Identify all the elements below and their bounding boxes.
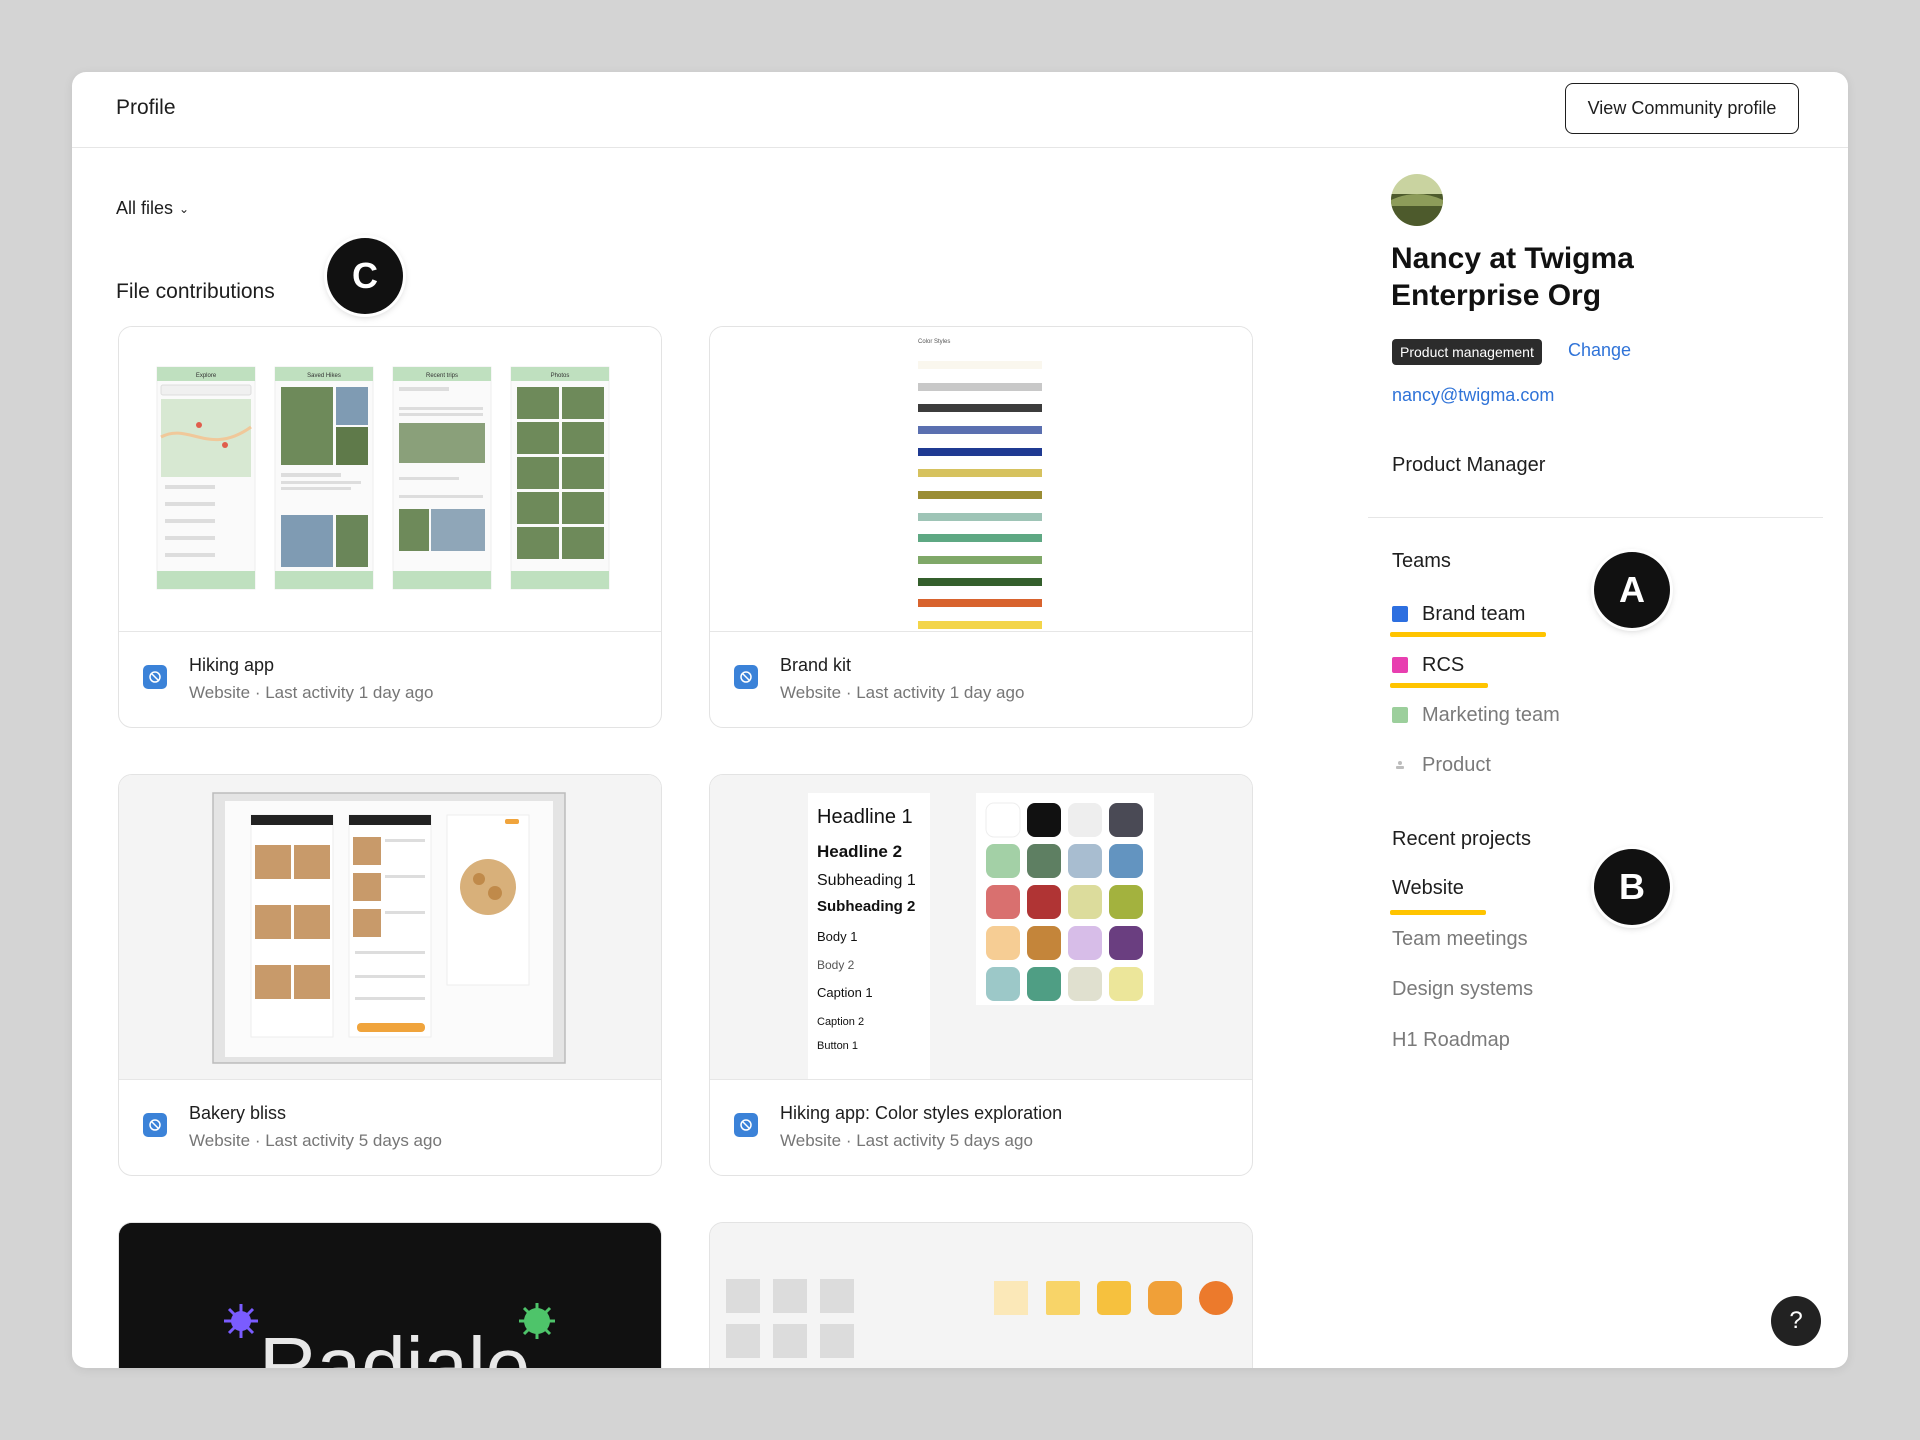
radiale-wordmark: Radiale xyxy=(259,1321,530,1368)
teams-heading: Teams xyxy=(1392,550,1451,572)
file-card-hiking-app[interactable]: Explore Saved Hikes Recent trips Photos … xyxy=(118,326,662,728)
team-item-rcs[interactable]: RCS xyxy=(1392,650,1464,680)
project-item-website[interactable]: Website xyxy=(1392,877,1464,900)
file-meta: Website · Last activity 5 days ago xyxy=(780,1131,1033,1150)
type-sample: Subheading 2 xyxy=(817,898,915,915)
swatches-preview xyxy=(710,1223,1252,1368)
project-item-team-meetings[interactable]: Team meetings xyxy=(1392,928,1528,951)
file-meta: Website · Last activity 1 day ago xyxy=(780,683,1025,702)
screen-title: Photos xyxy=(551,373,570,379)
website-file-icon xyxy=(734,1113,758,1137)
file-meta: Website · Last activity 1 day ago xyxy=(189,683,434,702)
team-label: Marketing team xyxy=(1422,703,1560,726)
chevron-down-icon: ⌄ xyxy=(179,201,190,216)
hiking-app-preview: Explore Saved Hikes Recent trips Photos xyxy=(119,327,661,631)
file-name: Hiking app: Color styles exploration xyxy=(780,1103,1063,1123)
help-button[interactable]: ? xyxy=(1771,1296,1821,1346)
type-sample: Caption 2 xyxy=(817,1016,864,1028)
type-sample: Caption 1 xyxy=(817,985,873,1000)
team-label: RCS xyxy=(1422,653,1465,676)
type-sample: Button 1 xyxy=(817,1040,858,1052)
team-item-marketing-team[interactable]: Marketing team xyxy=(1392,700,1560,730)
brand-kit-preview: Color Styles xyxy=(710,327,1252,631)
highlight-underline xyxy=(1390,683,1488,688)
highlight-underline xyxy=(1390,632,1546,637)
team-color-swatch xyxy=(1392,707,1408,723)
callout-marker-c: C xyxy=(327,238,403,314)
file-card-brand-kit[interactable]: Color Styles Brand kit Website · Last ac… xyxy=(709,326,1253,728)
brand-kit-title: Color Styles xyxy=(918,339,950,345)
all-files-dropdown[interactable]: All files ⌄ xyxy=(116,198,189,219)
file-thumbnail: Color Styles xyxy=(710,327,1252,632)
team-color-swatch xyxy=(1392,657,1408,673)
type-sample: Body 2 xyxy=(817,958,855,972)
callout-marker-a: A xyxy=(1594,552,1670,628)
recent-projects-heading: Recent projects xyxy=(1392,828,1531,850)
team-item-brand-team[interactable]: Brand team xyxy=(1392,599,1525,629)
profile-name: Nancy at Twigma Enterprise Org xyxy=(1391,242,1634,312)
email-link[interactable]: nancy@twigma.com xyxy=(1392,385,1554,406)
radiale-preview: Radiale xyxy=(119,1223,661,1368)
role-badge: Product management xyxy=(1392,339,1542,365)
color-styles-preview: Headline 1 Headline 2 Subheading 1 Subhe… xyxy=(710,775,1252,1079)
file-meta: Website · Last activity 5 days ago xyxy=(189,1131,442,1150)
bakery-bliss-preview xyxy=(119,775,661,1079)
profile-window: Profile View Community profile All files… xyxy=(72,72,1848,1368)
project-item-h1-roadmap[interactable]: H1 Roadmap xyxy=(1392,1029,1510,1052)
file-card-swatches[interactable] xyxy=(709,1222,1253,1368)
screen-title: Saved Hikes xyxy=(307,373,341,379)
file-contributions-heading: File contributions xyxy=(116,280,275,303)
callout-marker-b: B xyxy=(1594,849,1670,925)
all-files-label: All files xyxy=(116,198,174,218)
website-file-icon xyxy=(143,665,167,689)
project-item-design-systems[interactable]: Design systems xyxy=(1392,978,1533,1001)
divider xyxy=(1368,517,1823,518)
file-card-bakery-bliss[interactable]: Bakery bliss Website · Last activity 5 d… xyxy=(118,774,662,1176)
type-sample: Headline 1 xyxy=(817,806,913,828)
type-sample: Body 1 xyxy=(817,929,857,944)
top-bar: Profile View Community profile xyxy=(72,72,1848,148)
job-title: Product Manager xyxy=(1392,454,1546,476)
type-sample: Subheading 1 xyxy=(817,872,916,889)
team-color-swatch xyxy=(1392,606,1408,622)
team-label: Brand team xyxy=(1422,602,1526,625)
avatar xyxy=(1391,174,1443,226)
website-file-icon xyxy=(734,665,758,689)
file-name: Bakery bliss xyxy=(189,1103,287,1123)
file-name: Brand kit xyxy=(780,655,852,675)
file-card-color-styles-exploration[interactable]: Headline 1 Headline 2 Subheading 1 Subhe… xyxy=(709,774,1253,1176)
starburst-purple-icon xyxy=(224,1304,258,1338)
team-icon xyxy=(1392,757,1408,773)
file-thumbnail xyxy=(119,775,661,1080)
change-role-link[interactable]: Change xyxy=(1568,340,1631,361)
highlight-underline xyxy=(1390,910,1486,915)
screen-title: Explore xyxy=(196,373,217,379)
avatar-image xyxy=(1391,174,1443,226)
type-sample: Headline 2 xyxy=(817,842,902,861)
file-card-radiale[interactable]: Radiale xyxy=(118,1222,662,1368)
view-community-profile-button[interactable]: View Community profile xyxy=(1565,83,1799,134)
screen-title: Recent trips xyxy=(426,373,458,379)
file-name: Hiking app xyxy=(189,655,275,675)
website-file-icon xyxy=(143,1113,167,1137)
file-thumbnail: Explore Saved Hikes Recent trips Photos xyxy=(119,327,661,632)
team-item-product[interactable]: Product xyxy=(1392,750,1491,780)
team-label: Product xyxy=(1422,753,1491,776)
page-title: Profile xyxy=(116,96,176,119)
file-thumbnail: Headline 1 Headline 2 Subheading 1 Subhe… xyxy=(710,775,1252,1080)
